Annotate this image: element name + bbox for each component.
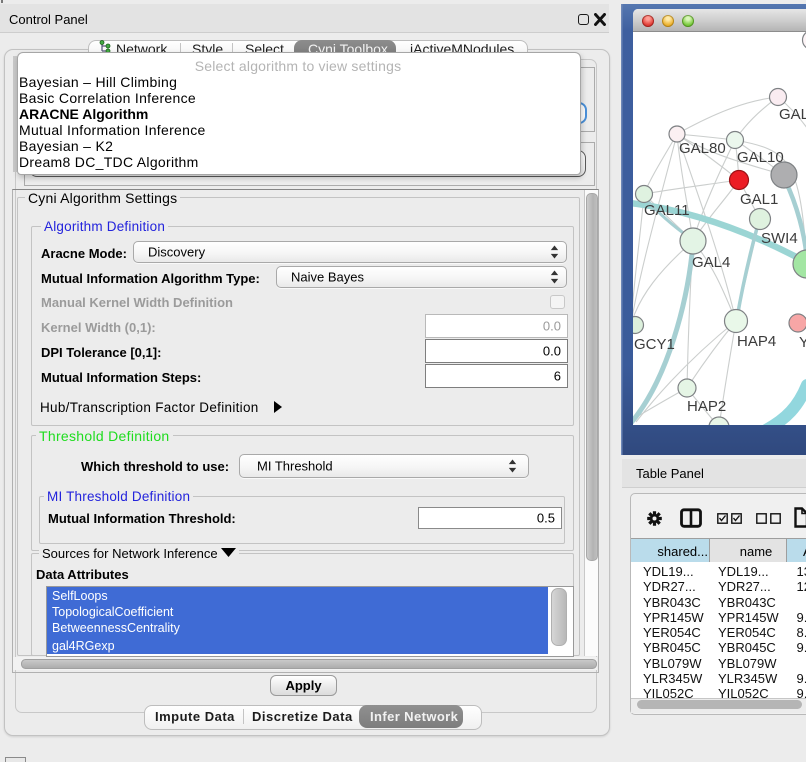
svg-text:GAL4: GAL4 xyxy=(692,254,730,271)
svg-text:GAL1: GAL1 xyxy=(740,191,778,208)
svg-text:GAL80: GAL80 xyxy=(679,140,726,157)
svg-text:GAL11: GAL11 xyxy=(644,202,690,219)
svg-text:GCY1: GCY1 xyxy=(634,336,675,353)
svg-text:GAL10: GAL10 xyxy=(737,149,784,166)
svg-text:HAP2: HAP2 xyxy=(687,398,726,415)
svg-text:HAP4: HAP4 xyxy=(737,333,776,350)
svg-text:SWI4: SWI4 xyxy=(761,230,798,247)
svg-text:YE: YE xyxy=(799,334,806,351)
svg-text:GAL7: GAL7 xyxy=(779,106,806,123)
